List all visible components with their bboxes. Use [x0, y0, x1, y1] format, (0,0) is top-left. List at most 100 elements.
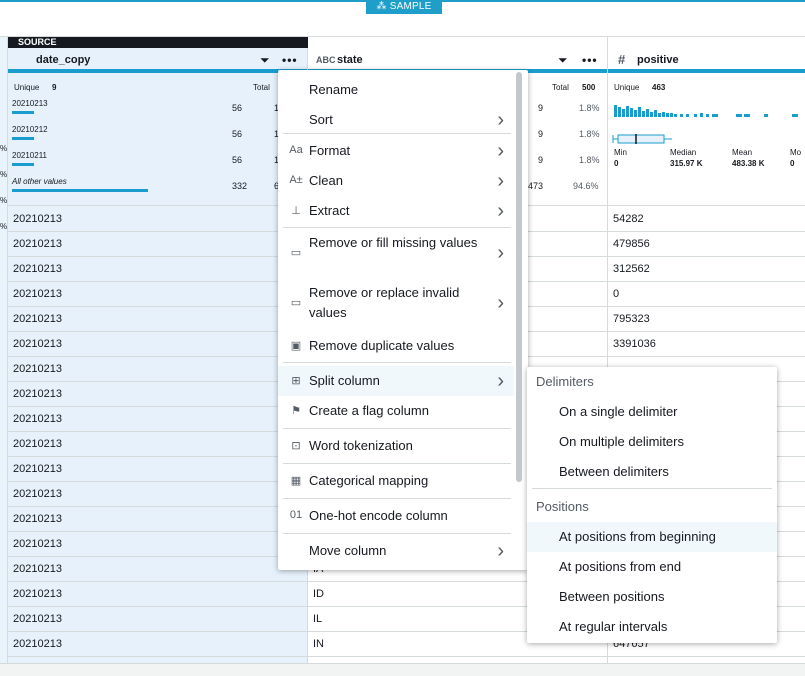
menu-item-remove-or-replace-invalid-values[interactable]: ▭ Remove or replace invalid values ›: [278, 280, 514, 326]
menu-item-extract[interactable]: ⊥ Extract ›: [278, 196, 514, 226]
unique-label: Unique: [614, 83, 640, 92]
column-title: positive: [637, 54, 679, 66]
split-column-submenu[interactable]: Delimiters On a single delimiter On multi…: [527, 367, 777, 643]
unique-value: 463: [652, 83, 666, 92]
more-options-icon[interactable]: •••: [282, 53, 298, 67]
split-on-position-option[interactable]: At regular intervals: [527, 612, 777, 642]
table-cell[interactable]: 20210213: [8, 532, 307, 557]
table-cell[interactable]: 20210213: [8, 232, 307, 257]
split-on-delimiter-option[interactable]: On a single delimiter: [527, 397, 777, 427]
stat-value: 315.97 K: [670, 159, 703, 168]
submenu-divider: [532, 488, 772, 489]
table-cell[interactable]: 20210213: [8, 407, 307, 432]
table-cell[interactable]: 20210213: [8, 257, 307, 282]
split-on-position-option[interactable]: At positions from beginning: [527, 522, 777, 552]
split-on-position-option[interactable]: At positions from end: [527, 552, 777, 582]
tokenization-icon: ⊡: [291, 440, 301, 452]
menu-item-remove-duplicate-values[interactable]: ▣ Remove duplicate values: [278, 331, 514, 361]
menu-item-label: Remove duplicate values: [309, 338, 455, 353]
menu-item-label: Rename: [309, 82, 359, 97]
stat-label: Min: [614, 148, 627, 157]
menu-item-label: Word tokenization: [309, 438, 413, 453]
menu-item-one-hot-encode-column[interactable]: 01 One-hot encode column: [278, 501, 514, 531]
menu-item-sort[interactable]: Sort ›: [278, 105, 514, 135]
table-cell[interactable]: 312562: [608, 257, 805, 282]
split-on-delimiter-option[interactable]: On multiple delimiters: [527, 427, 777, 457]
table-cell[interactable]: 0: [608, 282, 805, 307]
table-cell[interactable]: 20210213: [8, 507, 307, 532]
menu-item-label: Move column: [309, 543, 387, 558]
column-stats: Unique 9 Total 20210213 56 1 20210212 56 1 202…: [8, 77, 307, 206]
more-options-icon[interactable]: •••: [582, 53, 598, 67]
value-label: 20210212: [12, 125, 48, 134]
percent-label: %: [0, 144, 8, 153]
menu-divider: [283, 428, 511, 429]
chevron-right-icon: ›: [497, 540, 504, 562]
table-cell[interactable]: 20210213: [8, 607, 307, 632]
table-cell[interactable]: 479856: [608, 232, 805, 257]
menu-item-create-a-flag-column[interactable]: ⚑ Create a flag column: [278, 396, 514, 426]
table-cell[interactable]: 20210213: [8, 382, 307, 407]
column-stats: Unique 463 Min 0 Median 315.97 K Mean 48…: [608, 77, 805, 206]
table-cell[interactable]: 20210213: [8, 207, 307, 232]
missing-values-icon: ▭: [290, 247, 302, 259]
menu-item-categorical-mapping[interactable]: ▦ Categorical mapping: [278, 466, 514, 496]
table-cell[interactable]: 20210213: [8, 457, 307, 482]
sample-badge[interactable]: ⁂ SAMPLE: [366, 0, 442, 14]
chevron-right-icon: ›: [497, 140, 504, 162]
menu-item-clean[interactable]: A± Clean ›: [278, 166, 514, 196]
value-label: 20210213: [12, 99, 48, 108]
numeric-type-icon: #: [618, 52, 626, 67]
menu-item-move-column[interactable]: Move column ›: [278, 536, 514, 566]
positions-heading: Positions: [536, 499, 589, 514]
table-cell[interactable]: 20210213: [8, 357, 307, 382]
menu-item-rename[interactable]: Rename: [278, 75, 514, 105]
table-cell[interactable]: 20210213: [8, 582, 307, 607]
table-cell[interactable]: 795323: [608, 307, 805, 332]
value-count: 332: [232, 181, 248, 191]
column-header-date-copy[interactable]: date_copy ⏷ •••: [8, 48, 307, 73]
filter-icon[interactable]: ⏷: [558, 53, 568, 68]
unique-value: 9: [52, 83, 57, 92]
table-cell[interactable]: 20210213: [8, 332, 307, 357]
stat-label: Mo: [790, 148, 802, 157]
chevron-right-icon: ›: [497, 200, 504, 222]
filter-icon[interactable]: ⏷: [260, 53, 270, 68]
column-date-copy[interactable]: date_copy ⏷ ••• Unique 9 Total 20210213 5…: [8, 37, 308, 663]
menu-item-remove-or-fill-missing-values[interactable]: ▭ Remove or fill missing values ›: [278, 230, 514, 276]
table-cell[interactable]: 20210213: [8, 557, 307, 582]
column-header-positive[interactable]: # positive: [608, 48, 805, 73]
split-on-position-option[interactable]: Between positions: [527, 582, 777, 612]
table-cell[interactable]: 20210213: [8, 632, 307, 657]
bottom-scrollbar[interactable]: [0, 663, 805, 676]
table-cell[interactable]: 3391036: [608, 332, 805, 357]
column-title: date_copy: [36, 54, 91, 66]
value-count: 56: [232, 129, 243, 139]
table-cell[interactable]: 20210213: [8, 432, 307, 457]
value-count: 473: [528, 181, 544, 191]
column-actions-menu[interactable]: Rename Sort › Aa Format › A± Clean › ⊥ Extract › ▭ Re…: [278, 70, 528, 570]
menu-item-format[interactable]: Aa Format ›: [278, 136, 514, 166]
table-cell[interactable]: 54282: [608, 207, 805, 232]
sample-label: SAMPLE: [389, 1, 432, 12]
value-label: All other values: [12, 177, 67, 186]
table-cell[interactable]: 20210213: [8, 307, 307, 332]
split-on-delimiter-option[interactable]: Between delimiters: [527, 457, 777, 487]
menu-item-split-column[interactable]: ⊞ Split column ›: [278, 366, 514, 396]
duplicate-values-icon: ▣: [290, 340, 302, 352]
unique-label: Unique: [14, 83, 40, 92]
flag-column-icon: ⚑: [291, 405, 301, 417]
menu-scrollbar[interactable]: [516, 72, 522, 482]
value-percent: 1.8%: [579, 103, 600, 113]
string-type-icon: ABC: [316, 55, 336, 65]
table-cell[interactable]: 20210213: [8, 482, 307, 507]
frequency-bar: [12, 163, 34, 166]
table-cell[interactable]: 20210213: [8, 282, 307, 307]
split-column-icon: ⊞: [291, 375, 301, 387]
menu-divider: [283, 463, 511, 464]
menu-item-label: Split column: [309, 373, 380, 388]
menu-item-label: Clean: [309, 173, 343, 188]
value-count: 56: [232, 103, 243, 113]
menu-item-word-tokenization[interactable]: ⊡ Word tokenization: [278, 431, 514, 461]
chevron-right-icon: ›: [497, 292, 504, 314]
